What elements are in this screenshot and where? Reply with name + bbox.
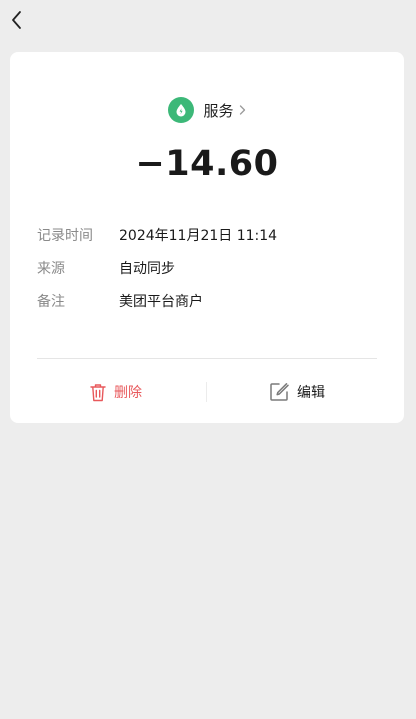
action-bar: 删除 编辑 bbox=[10, 378, 404, 406]
detail-label: 来源 bbox=[37, 261, 65, 277]
detail-label: 记录时间 bbox=[37, 228, 93, 244]
leaf-drop-icon bbox=[168, 97, 195, 123]
category-label: 服务 bbox=[203, 101, 234, 120]
delete-button[interactable]: 删除 bbox=[90, 378, 142, 406]
amount-value: −14.60 bbox=[135, 144, 279, 184]
detail-label: 备注 bbox=[37, 294, 65, 310]
edit-label: 编辑 bbox=[297, 385, 325, 401]
category-selector[interactable]: 服务 bbox=[10, 96, 404, 124]
edit-icon bbox=[269, 382, 289, 402]
divider bbox=[37, 358, 377, 359]
detail-value: 2024年11月21日 11:14 bbox=[119, 228, 278, 244]
back-button[interactable] bbox=[6, 8, 26, 32]
chevron-right-icon bbox=[239, 104, 246, 116]
detail-value: 美团平台商户 bbox=[119, 294, 203, 310]
detail-value: 自动同步 bbox=[119, 261, 175, 277]
transaction-detail-card: 服务 −14.60 记录时间 2024年11月21日 11:14 来源 自动同步… bbox=[10, 52, 404, 423]
delete-label: 删除 bbox=[114, 385, 142, 401]
detail-row-source: 来源 自动同步 bbox=[37, 258, 377, 278]
detail-row-note: 备注 美团平台商户 bbox=[37, 291, 377, 311]
detail-row-time: 记录时间 2024年11月21日 11:14 bbox=[37, 225, 377, 245]
edit-button[interactable]: 编辑 bbox=[269, 378, 325, 406]
trash-icon bbox=[90, 383, 106, 402]
chevron-left-icon bbox=[12, 11, 21, 29]
action-separator bbox=[206, 382, 207, 402]
